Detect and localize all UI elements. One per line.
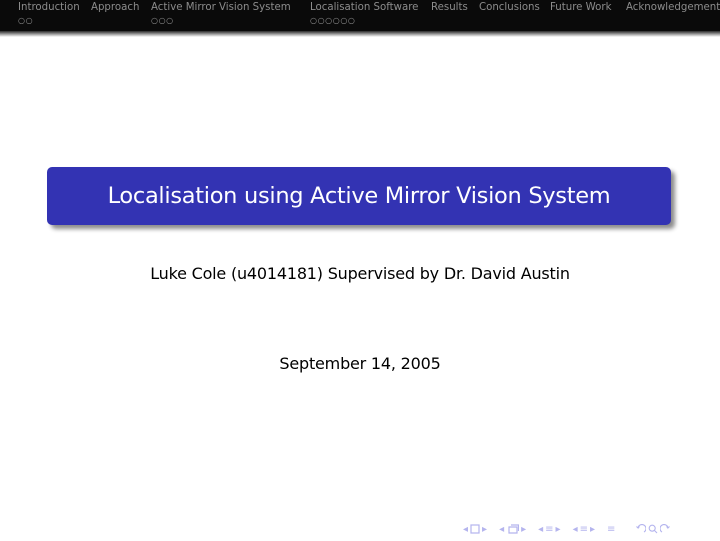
nav-section-future-work[interactable]: Future Work <box>550 2 611 14</box>
nav-section-label: Localisation Software <box>310 2 419 13</box>
right-arrow-icon[interactable]: ▸ <box>521 524 526 535</box>
section-lines-icon: ≡ <box>545 523 554 535</box>
nav-section-active-mirror-vision-system[interactable]: Active Mirror Vision System ○○○ <box>151 2 291 26</box>
section-navigation[interactable]: ◂ ≡ ▸ <box>537 524 561 535</box>
nav-section-acknowledgements[interactable]: Acknowledgements <box>626 2 720 14</box>
slide-title: Localisation using Active Mirror Vision … <box>107 183 611 209</box>
nav-section-approach[interactable]: Approach <box>91 2 139 16</box>
document-lines-icon: ≡ <box>579 523 588 535</box>
nav-subsection-dots[interactable]: ○○○○○○ <box>310 16 418 26</box>
nav-section-label: Introduction <box>18 2 80 13</box>
left-arrow-icon[interactable]: ◂ <box>573 524 578 535</box>
nav-subsection-dots[interactable]: ○○ <box>18 16 80 26</box>
beamer-navigation-symbols: ◂ ▸ ◂ ▸ ◂ ≡ ▸ ◂ ≡ ▸ ≡ <box>462 521 682 537</box>
search-icon[interactable] <box>648 524 658 534</box>
left-arrow-icon[interactable]: ◂ <box>463 524 468 535</box>
nav-subsection-dots[interactable]: ○○○ <box>151 16 291 26</box>
nav-section-label: Conclusions <box>479 2 540 13</box>
document-navigation[interactable]: ◂ ≡ ▸ <box>572 524 596 535</box>
right-arrow-icon[interactable]: ▸ <box>482 524 487 535</box>
left-arrow-icon[interactable]: ◂ <box>538 524 543 535</box>
nav-section-label: Future Work <box>550 2 612 13</box>
frame-icon <box>470 524 480 534</box>
nav-section-conclusions[interactable]: Conclusions <box>479 2 540 14</box>
navigation-bar-shadow <box>0 31 720 37</box>
appendix-lines-icon[interactable]: ≡ <box>607 524 615 535</box>
left-arrow-icon[interactable]: ◂ <box>499 524 504 535</box>
search-navigation[interactable] <box>634 524 672 534</box>
nav-section-introduction[interactable]: Introduction ○○ <box>18 2 80 26</box>
nav-section-results[interactable]: Results <box>431 2 468 14</box>
nav-section-localisation-software[interactable]: Localisation Software ○○○○○○ <box>310 2 418 26</box>
subsection-navigation[interactable]: ◂ ▸ <box>498 524 527 535</box>
nav-section-label: Approach <box>91 2 140 13</box>
author-line: Luke Cole (u4014181) Supervised by Dr. D… <box>150 264 570 283</box>
stacked-frames-icon <box>506 523 520 535</box>
nav-section-label: Active Mirror Vision System <box>151 2 291 13</box>
forward-icon[interactable] <box>660 524 671 534</box>
nav-section-label: Acknowledgements <box>626 2 720 13</box>
back-icon[interactable] <box>635 524 647 534</box>
nav-section-label: Results <box>431 2 468 13</box>
frame-navigation[interactable]: ◂ ▸ <box>462 524 488 535</box>
right-arrow-icon[interactable]: ▸ <box>590 524 595 535</box>
appendix-navigation[interactable]: ≡ <box>606 524 616 535</box>
title-box: Localisation using Active Mirror Vision … <box>47 167 671 225</box>
presentation-date: September 14, 2005 <box>279 354 441 373</box>
right-arrow-icon[interactable]: ▸ <box>556 524 561 535</box>
